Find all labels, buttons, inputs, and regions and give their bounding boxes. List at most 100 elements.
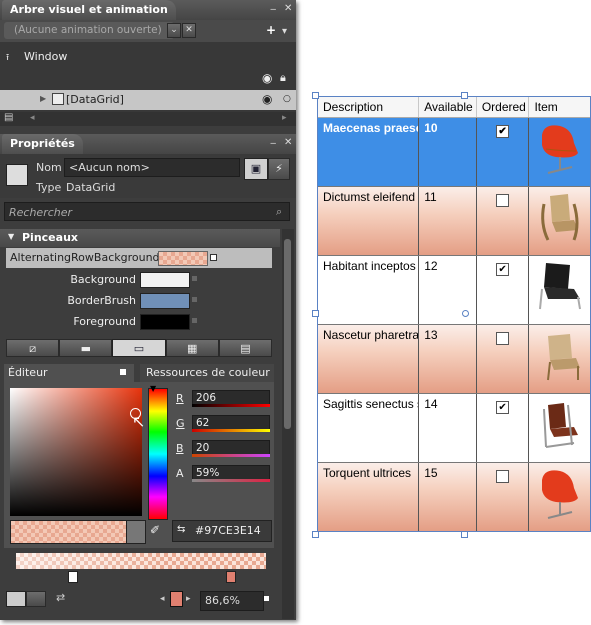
advanced-options-icon[interactable] — [192, 297, 197, 302]
cell-ordered[interactable]: ✔ — [477, 256, 530, 324]
ordered-checkbox[interactable]: ✔ — [496, 125, 510, 138]
lock-icon[interactable]: 🔒︎ — [280, 71, 286, 85]
storyboard-options-icon[interactable]: ⌄ — [167, 23, 181, 38]
column-header-ordered[interactable]: Ordered — [477, 97, 530, 117]
cell-description[interactable]: Torquent ultrices — [318, 463, 420, 531]
a-slider[interactable]: 59% — [192, 465, 270, 480]
saturation-value-picker[interactable] — [10, 388, 142, 516]
pin-icon[interactable]: ‒ — [270, 5, 276, 15]
hue-marker-icon[interactable]: ▼ — [150, 384, 156, 393]
cell-ordered[interactable] — [477, 325, 530, 393]
no-brush-icon[interactable]: ⧄ — [6, 339, 60, 357]
new-storyboard-icon[interactable]: + — [266, 23, 276, 37]
brushes-section-header[interactable]: ▼ Pinceaux — [0, 229, 280, 247]
scroll-left-icon[interactable]: ◂ — [30, 113, 35, 123]
cell-description[interactable]: Sagittis senectus s — [318, 394, 420, 462]
ordered-checkbox[interactable] — [496, 470, 510, 483]
resize-handle[interactable] — [312, 531, 319, 538]
scope-up-icon[interactable]: ⭱ — [6, 50, 9, 66]
brush-row-background[interactable]: Background — [6, 270, 272, 290]
properties-scrollbar[interactable] — [282, 229, 294, 619]
cell-description[interactable]: Nascetur pharetra — [318, 325, 420, 393]
cell-description[interactable]: Dictumst eleifend — [318, 187, 420, 255]
g-slider[interactable]: 62 — [192, 415, 270, 430]
reverse-gradient-icon[interactable]: ⇄ — [56, 591, 65, 604]
radial-gradient-icon[interactable] — [26, 591, 46, 607]
gradient-offset-field[interactable]: 86,6% — [200, 591, 264, 611]
table-row[interactable]: Dictumst eleifend 11 — [318, 187, 590, 256]
name-field[interactable]: <Aucun nom> — [64, 158, 240, 177]
expand-icon[interactable]: ▶ — [40, 94, 46, 103]
cell-ordered[interactable] — [477, 187, 530, 255]
hue-slider[interactable] — [148, 388, 168, 520]
ordered-checkbox[interactable] — [496, 332, 510, 345]
search-input[interactable]: Rechercher — [4, 202, 290, 221]
tile-brush-icon[interactable]: ▦ — [165, 339, 219, 357]
table-row[interactable]: Torquent ultrices 15 — [318, 463, 590, 531]
brush-row-alternating[interactable]: AlternatingRowBackground — [6, 248, 272, 268]
eye-icon[interactable]: ◉ — [262, 71, 272, 85]
next-stop-icon[interactable]: ▸ — [186, 594, 191, 604]
menu-arrow-icon[interactable]: ▾ — [282, 27, 287, 37]
gradient-brush-icon[interactable]: ▭ — [112, 339, 166, 357]
cell-description[interactable]: Maecenas praesent — [318, 118, 420, 186]
collapse-icon[interactable]: ▼ — [8, 232, 14, 241]
gradient-stop-end[interactable] — [226, 571, 236, 583]
scroll-thumb[interactable] — [284, 239, 291, 429]
linear-gradient-icon[interactable] — [6, 591, 26, 607]
r-slider[interactable]: 206 — [192, 390, 270, 405]
cell-ordered[interactable]: ✔ — [477, 118, 530, 186]
cell-available[interactable]: 14 — [419, 394, 477, 462]
cell-available[interactable]: 11 — [419, 187, 477, 255]
tree-hscroll[interactable]: ▤ ◂ ▸ — [0, 112, 296, 126]
advanced-options-icon[interactable] — [192, 276, 197, 281]
table-row[interactable]: Nascetur pharetra 13 — [318, 325, 590, 394]
resize-handle[interactable] — [461, 531, 468, 538]
cell-ordered[interactable]: ✔ — [477, 394, 530, 462]
ordered-checkbox[interactable]: ✔ — [496, 263, 510, 276]
cell-available[interactable]: 15 — [419, 463, 477, 531]
properties-pin-icon[interactable]: ‒ — [270, 139, 276, 149]
tree-root[interactable]: Window — [24, 50, 67, 63]
resize-handle[interactable] — [312, 92, 319, 99]
brush-row-foreground[interactable]: Foreground — [6, 312, 272, 332]
scroll-right-icon[interactable]: ▸ — [282, 113, 287, 123]
resource-brush-icon[interactable]: ▤ — [218, 339, 273, 357]
tree-node-row[interactable]: ▶ [DataGrid] ◉ ○ — [0, 90, 296, 110]
advanced-options-icon[interactable] — [192, 318, 197, 323]
brush-swatch-border[interactable] — [140, 293, 190, 309]
advanced-options-icon[interactable] — [210, 254, 217, 261]
solid-brush-icon[interactable]: ▬ — [59, 339, 113, 357]
cell-ordered[interactable] — [477, 463, 530, 531]
layout-icon[interactable]: ▤ — [4, 112, 13, 123]
cell-description[interactable]: Habitant inceptos — [318, 256, 420, 324]
cell-available[interactable]: 10 — [419, 118, 477, 186]
table-row[interactable]: Sagittis senectus s 14 ✔ — [318, 394, 590, 463]
rotate-handle[interactable] — [462, 310, 469, 317]
column-header-available[interactable]: Available — [419, 97, 477, 117]
properties-view-icon[interactable]: ▣ — [244, 158, 268, 180]
hex-field[interactable]: ⇆ #97CE3E14 — [172, 520, 272, 542]
node-lock-dot-icon[interactable]: ○ — [283, 94, 291, 104]
table-row[interactable]: Maecenas praesent 10 ✔ — [318, 118, 590, 187]
properties-tab[interactable]: Propriétés — [2, 134, 83, 154]
ordered-checkbox[interactable] — [496, 194, 510, 207]
offset-advanced-icon[interactable] — [264, 596, 269, 601]
close-icon[interactable]: ✕ — [284, 4, 292, 14]
brush-row-border[interactable]: BorderBrush — [6, 291, 272, 311]
prev-stop-icon[interactable]: ◂ — [160, 594, 165, 604]
close-storyboard-icon[interactable]: ✕ — [182, 23, 196, 38]
properties-close-icon[interactable]: ✕ — [284, 138, 292, 148]
brush-swatch-alternating[interactable] — [158, 251, 208, 266]
resources-tab[interactable]: Ressources de couleur — [140, 364, 274, 382]
ordered-checkbox[interactable]: ✔ — [496, 401, 510, 414]
eyedropper-icon[interactable]: ✐ — [150, 523, 160, 537]
datagrid[interactable]: Description Available Ordered Item Maece… — [317, 96, 591, 532]
node-eye-icon[interactable]: ◉ — [262, 92, 272, 106]
brush-swatch-foreground[interactable] — [140, 314, 190, 330]
column-header-item[interactable]: Item — [529, 97, 590, 117]
resize-handle[interactable] — [461, 92, 468, 99]
column-header-description[interactable]: Description — [318, 97, 420, 117]
resize-handle[interactable] — [312, 310, 319, 317]
swap-format-icon[interactable]: ⇆ — [177, 524, 185, 535]
